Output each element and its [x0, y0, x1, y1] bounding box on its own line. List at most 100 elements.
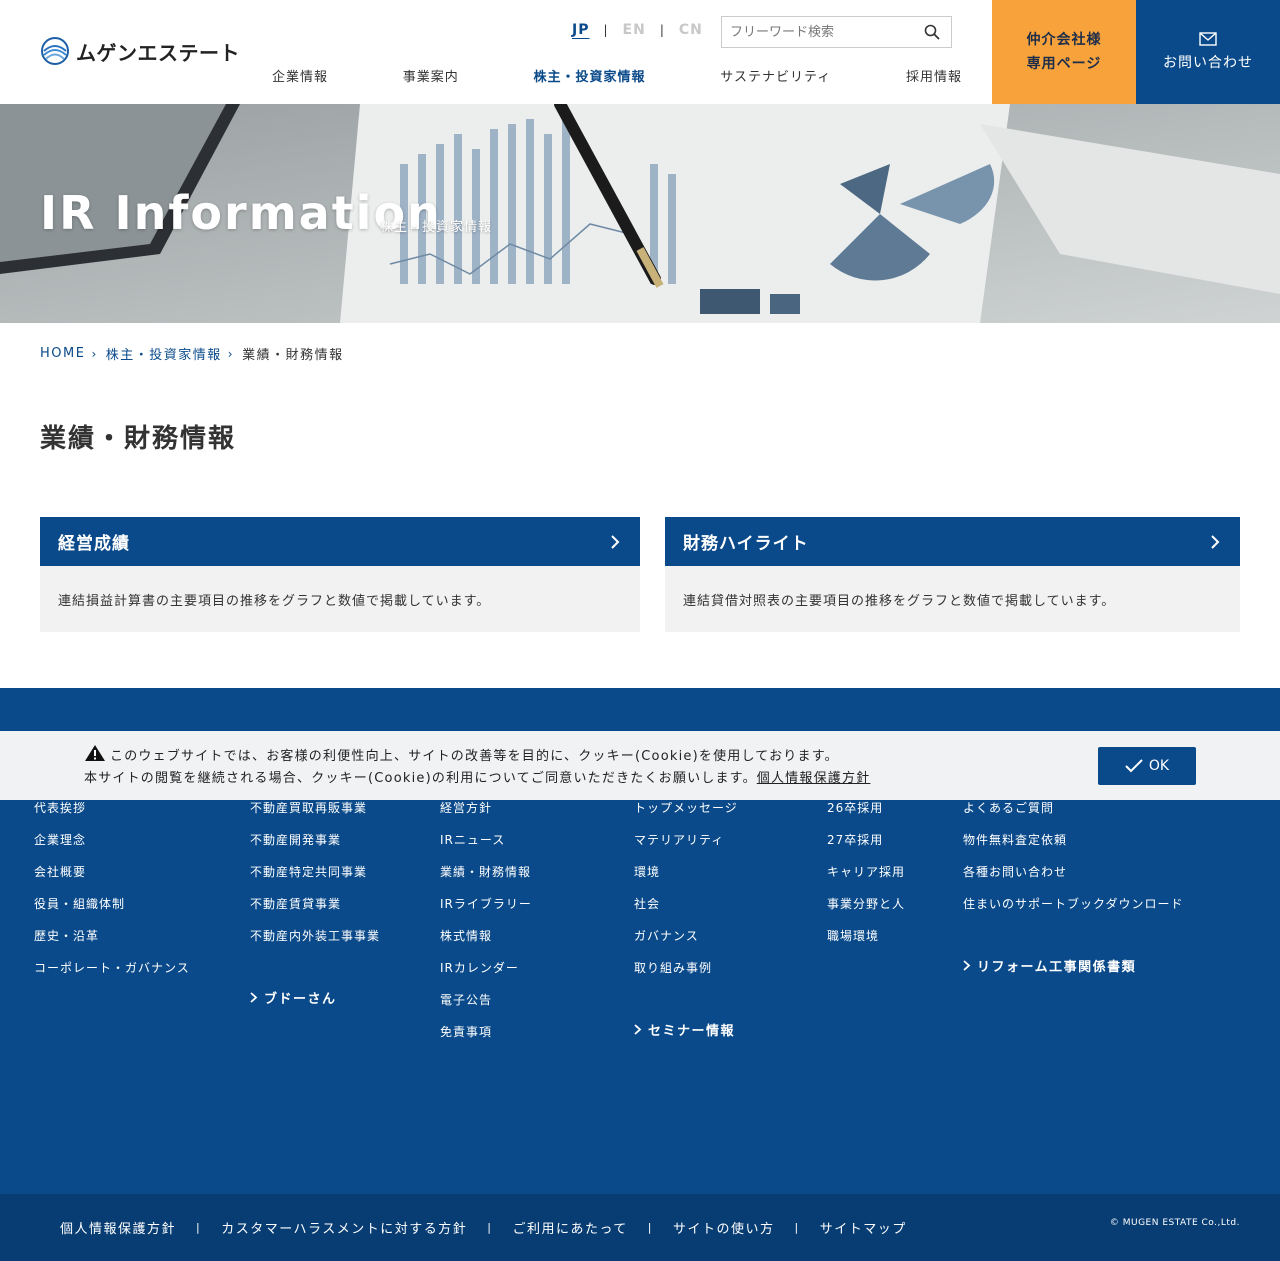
search-icon[interactable]: [917, 17, 947, 47]
footer-link[interactable]: 業績・財務情報: [440, 864, 532, 896]
footer-link[interactable]: 株式情報: [440, 928, 532, 960]
nav-company[interactable]: 企業情報: [272, 66, 328, 85]
nav-business[interactable]: 事業案内: [403, 66, 459, 85]
footer-col-company: 代表挨拶 企業理念 会社概要 役員・組織体制 歴史・沿革 コーポレート・ガバナン…: [34, 800, 190, 992]
cookie-ok-button[interactable]: OK: [1098, 747, 1196, 785]
footer-heading-reform[interactable]: リフォーム工事関係書類: [963, 956, 1136, 975]
footer-link-harassment[interactable]: カスタマーハラスメントに対する方針: [221, 1218, 467, 1237]
lang-jp[interactable]: JP: [568, 22, 593, 38]
footer-heading-seminar[interactable]: セミナー情報: [634, 1020, 735, 1039]
logo-mark-icon: [41, 37, 69, 65]
nav-recruit[interactable]: 採用情報: [906, 66, 962, 85]
broker-page-button[interactable]: 仲介会社様 専用ページ: [992, 0, 1136, 104]
footer-link[interactable]: キャリア採用: [827, 864, 905, 896]
page-title: 業績・財務情報: [40, 424, 237, 454]
card-header[interactable]: 経営成績: [40, 517, 640, 566]
footer-link[interactable]: 免責事項: [440, 1024, 532, 1056]
footer-link[interactable]: 役員・組織体制: [34, 896, 190, 928]
footer-link-howto[interactable]: サイトの使い方: [673, 1218, 775, 1237]
language-switcher: JP | EN | CN: [568, 22, 707, 38]
chevron-right-icon: [611, 534, 620, 549]
broker-label-line2: 専用ページ: [1026, 56, 1102, 72]
footer-link[interactable]: よくあるご質問: [963, 800, 1184, 832]
footer-link[interactable]: 不動産内外装工事事業: [250, 928, 380, 960]
footer-link[interactable]: IRライブラリー: [440, 896, 532, 928]
link-divider: |: [647, 1221, 654, 1234]
card-title: 経営成績: [58, 534, 130, 554]
contact-label: お問い合わせ: [1163, 55, 1253, 71]
card-header[interactable]: 財務ハイライト: [665, 517, 1240, 566]
footer-link[interactable]: 事業分野と人: [827, 896, 905, 928]
cookie-banner: このウェブサイトでは、お客様の利便性向上、サイトの改善等を目的に、クッキー(Co…: [0, 731, 1280, 800]
lang-en[interactable]: EN: [619, 22, 650, 38]
copyright: © MUGEN ESTATE Co.,Ltd.: [1109, 1218, 1240, 1228]
lang-divider: |: [659, 23, 665, 37]
footer-link-terms[interactable]: ご利用にあたって: [512, 1218, 627, 1237]
footer-link[interactable]: 不動産賃貸事業: [250, 896, 380, 928]
footer-link-privacy[interactable]: 個人情報保護方針: [60, 1218, 176, 1237]
privacy-policy-link[interactable]: 個人情報保護方針: [757, 771, 871, 786]
footer-link[interactable]: IRニュース: [440, 832, 532, 864]
logo-text: ムゲンエステート: [76, 40, 240, 65]
footer-link[interactable]: 27卒採用: [827, 832, 905, 864]
hero-subtitle: 株主・投資家情報: [380, 220, 493, 235]
footer-link[interactable]: IRカレンダー: [440, 960, 532, 992]
footer-link-sitemap[interactable]: サイトマップ: [820, 1218, 907, 1237]
card-business-results[interactable]: 経営成績 連結損益計算書の主要項目の推移をグラフと数値で掲載しています。: [40, 517, 640, 632]
footer-col-business: 不動産買取再販事業 不動産開発事業 不動産特定共同事業 不動産賃貸事業 不動産内…: [250, 800, 380, 960]
footer-link[interactable]: トップメッセージ: [634, 800, 738, 832]
footer-link[interactable]: 職場環境: [827, 928, 905, 960]
hero-banner: IR Information 株主・投資家情報: [0, 104, 1280, 323]
footer-link[interactable]: 取り組み事例: [634, 960, 738, 992]
footer-link[interactable]: ガバナンス: [634, 928, 738, 960]
breadcrumb-current: 業績・財務情報: [242, 348, 344, 363]
card-financial-highlights[interactable]: 財務ハイライト 連結貸借対照表の主要項目の推移をグラフと数値で掲載しています。: [665, 517, 1240, 632]
footer-link[interactable]: コーポレート・ガバナンス: [34, 960, 190, 992]
card-description: 連結貸借対照表の主要項目の推移をグラフと数値で掲載しています。: [683, 594, 1116, 609]
broker-label-line1: 仲介会社様: [1026, 32, 1102, 48]
footer-link[interactable]: 物件無料査定依頼: [963, 832, 1184, 864]
footer-link[interactable]: 社会: [634, 896, 738, 928]
footer-link[interactable]: 環境: [634, 864, 738, 896]
footer-col-support: よくあるご質問 物件無料査定依頼 各種お問い合わせ 住まいのサポートブックダウン…: [963, 800, 1184, 928]
ok-label: OK: [1148, 758, 1170, 774]
chevron-right-icon: ›: [227, 346, 235, 361]
footer-link[interactable]: 不動産開発事業: [250, 832, 380, 864]
footer-link[interactable]: 電子公告: [440, 992, 532, 1024]
global-nav: 企業情報 事業案内 株主・投資家情報 サステナビリティ 採用情報: [272, 66, 962, 85]
chevron-right-icon: [963, 960, 971, 971]
site-logo[interactable]: ムゲンエステート: [40, 36, 240, 66]
footer-heading-budosan[interactable]: ブドーさん: [250, 988, 337, 1007]
chevron-right-icon: [250, 992, 258, 1003]
chevron-right-icon: [1211, 534, 1220, 549]
lang-cn[interactable]: CN: [675, 22, 707, 38]
footer-bottom-bar: 個人情報保護方針 | カスタマーハラスメントに対する方針 | ご利用にあたって …: [0, 1194, 1280, 1261]
footer-legal-links: 個人情報保護方針 | カスタマーハラスメントに対する方針 | ご利用にあたって …: [60, 1218, 907, 1237]
mail-icon: [1199, 32, 1217, 46]
footer-link[interactable]: 歴史・沿革: [34, 928, 190, 960]
footer-col-recruit: 26卒採用 27卒採用 キャリア採用 事業分野と人 職場環境: [827, 800, 905, 960]
footer-link[interactable]: 26卒採用: [827, 800, 905, 832]
footer-link[interactable]: マテリアリティ: [634, 832, 738, 864]
footer-link[interactable]: 住まいのサポートブックダウンロード: [963, 896, 1184, 928]
footer-link[interactable]: 経営方針: [440, 800, 532, 832]
site-header: ムゲンエステート JP | EN | CN 企業情報 事業案内 株主・投資家情報…: [0, 0, 1280, 104]
search-input[interactable]: [722, 17, 917, 47]
nav-sustainability[interactable]: サステナビリティ: [720, 66, 831, 85]
footer-link[interactable]: 不動産買取再販事業: [250, 800, 380, 832]
footer-link[interactable]: 各種お問い合わせ: [963, 864, 1184, 896]
breadcrumb-ir[interactable]: 株主・投資家情報: [106, 344, 222, 363]
cookie-message: このウェブサイトでは、お客様の利便性向上、サイトの改善等を目的に、クッキー(Co…: [84, 744, 870, 790]
footer-link[interactable]: 企業理念: [34, 832, 190, 864]
search-box: [721, 16, 952, 48]
card-title: 財務ハイライト: [683, 534, 809, 554]
footer-link[interactable]: 代表挨拶: [34, 800, 190, 832]
footer-link[interactable]: 不動産特定共同事業: [250, 864, 380, 896]
lang-divider: |: [603, 23, 609, 37]
chevron-right-icon: ›: [91, 346, 98, 361]
breadcrumb-home[interactable]: HOME: [40, 346, 85, 361]
link-divider: |: [196, 1221, 202, 1234]
nav-ir[interactable]: 株主・投資家情報: [534, 66, 646, 85]
footer-link[interactable]: 会社概要: [34, 864, 190, 896]
contact-button[interactable]: お問い合わせ: [1136, 0, 1280, 104]
